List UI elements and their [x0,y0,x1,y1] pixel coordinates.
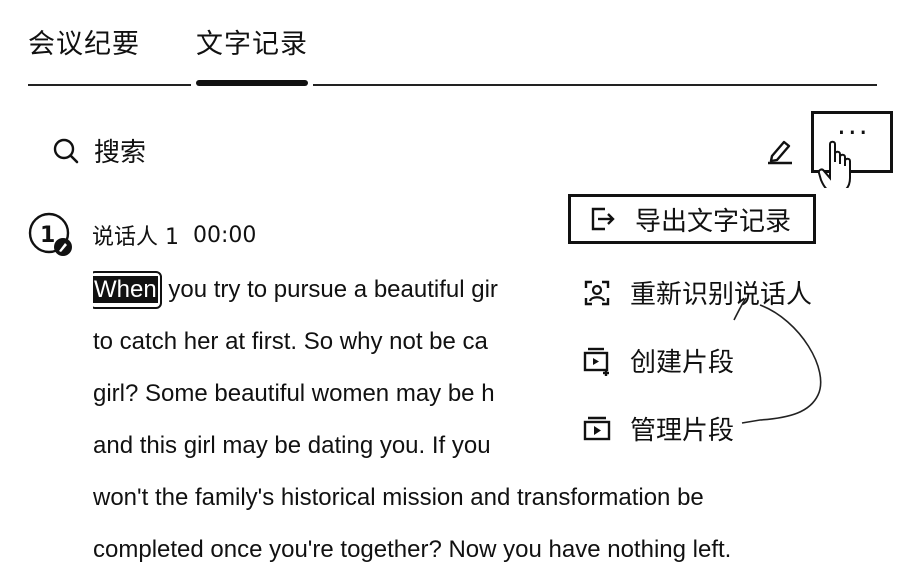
search-icon [53,138,79,163]
search-label: 搜索 [94,138,147,168]
svg-text:1: 1 [40,223,55,248]
tab-bar: 会议纪要 文字记录 [0,0,898,90]
more-options-menu: 导出文字记录 重新识别说话人 创建片段 管理片段 [562,188,898,448]
transcript-line: completed once you're together? Now you … [93,536,732,563]
speaker-name: 说话人 1 [92,225,179,250]
menu-item-export-transcript[interactable]: 导出文字记录 [568,194,816,244]
manage-clip-icon [583,416,611,440]
menu-item-create-clip[interactable]: 创建片段 [582,342,734,379]
menu-item-label: 导出文字记录 [635,206,792,237]
speaker-avatar-icon[interactable]: 1 [28,212,74,258]
search-button[interactable]: 搜索 [52,132,146,169]
menu-item-label: 创建片段 [630,348,735,378]
create-clip-icon [583,347,609,376]
highlighted-word[interactable]: When [93,271,162,309]
edit-icon[interactable] [764,134,796,166]
speaker-timestamp[interactable]: 00:00 [193,223,256,248]
speaker-header: 1 说话人 1 00:00 [28,212,256,258]
tab-transcript[interactable]: 文字记录 [196,22,308,61]
active-tab-indicator [196,80,308,86]
tab-meeting-minutes[interactable]: 会议纪要 [28,22,140,61]
tab-divider-right [313,84,877,86]
tab-divider-left [28,84,191,86]
face-scan-icon [584,280,610,305]
menu-item-manage-clips[interactable]: 管理片段 [582,410,734,447]
menu-item-reidentify-speaker[interactable]: 重新识别说话人 [582,274,812,311]
export-icon [591,207,615,231]
menu-item-label: 管理片段 [630,416,735,446]
menu-item-label: 重新识别说话人 [630,280,813,310]
transcript-line: won't the family's historical mission an… [93,484,704,511]
